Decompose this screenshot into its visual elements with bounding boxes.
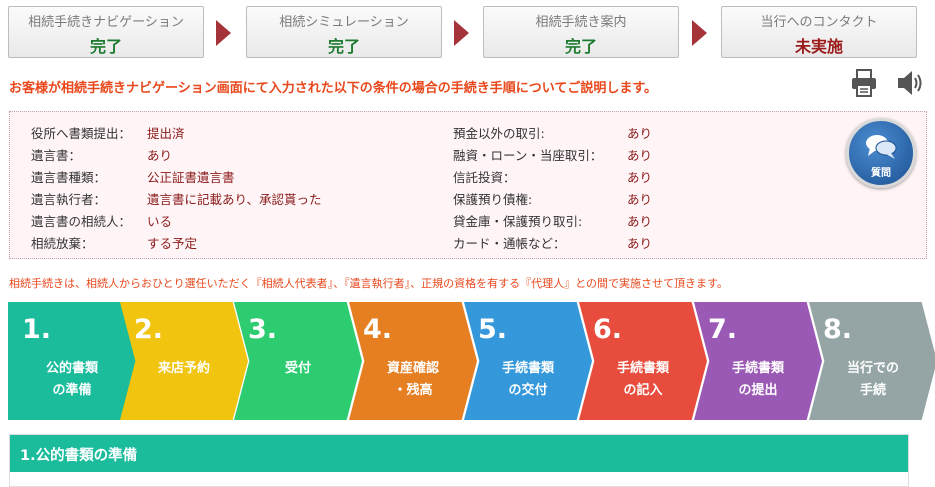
chat-bubbles-icon bbox=[866, 135, 897, 159]
condition-value: 遺言書に記載あり、承認貰った bbox=[147, 192, 322, 207]
condition-key: 預金以外の取引: bbox=[453, 126, 545, 141]
condition-value: あり bbox=[627, 126, 653, 141]
progress-step-navigation: 相続手続きナビゲーション 完了 bbox=[8, 6, 204, 58]
process-step-number: 7. bbox=[708, 314, 738, 345]
process-step-label: 手続書類 の提出 bbox=[731, 361, 784, 398]
condition-value: あり bbox=[147, 148, 173, 163]
process-step-number: 8. bbox=[823, 314, 853, 345]
condition-key: 遺言書の相続人： bbox=[31, 214, 132, 229]
condition-key: 貸金庫・保護預り取引: bbox=[453, 214, 583, 229]
condition-value: あり bbox=[627, 236, 653, 251]
progress-arrow bbox=[216, 20, 231, 46]
process-step-label: 来店予約 bbox=[157, 361, 210, 376]
process-step-number: 1. bbox=[22, 314, 52, 345]
progress-step-status: 完了 bbox=[89, 37, 122, 56]
process-step-number: 2. bbox=[134, 314, 164, 345]
condition-key: 保護預り債権: bbox=[453, 192, 533, 207]
progress-arrow bbox=[692, 20, 707, 46]
section-title: 1.公的書類の準備 bbox=[10, 435, 908, 472]
condition-key: 遺言執行者： bbox=[31, 192, 107, 207]
process-step-label: 公的書類 の準備 bbox=[45, 361, 98, 398]
process-step-label: 資産確認 ・残高 bbox=[386, 361, 439, 398]
printer-icon bbox=[852, 69, 876, 97]
condition-value: する予定 bbox=[147, 236, 198, 251]
process-steps: 1. 公的書類 の準備 2. 来店予約 3. 受付 4. 資産確認 ・残高 5.… bbox=[8, 302, 935, 420]
process-step-2[interactable]: 2. 来店予約 bbox=[120, 302, 248, 420]
condition-key: カード・通帳など： bbox=[453, 236, 566, 251]
progress-step-status: 未実施 bbox=[794, 37, 843, 56]
progress-step-guide: 相続手続き案内 完了 bbox=[483, 6, 679, 58]
process-step-label: 当行での 手続 bbox=[846, 361, 899, 398]
faq-button[interactable]: 質問 bbox=[846, 118, 916, 188]
intro-text: お客様が相続手続きナビゲーション画面にて入力された以下の条件の場合の手続き手順に… bbox=[9, 81, 658, 96]
progress-step-label: 当行へのコンタクト bbox=[760, 15, 878, 30]
condition-key: 役所へ書類提出： bbox=[31, 126, 132, 141]
speaker-button[interactable] bbox=[896, 68, 926, 102]
print-button[interactable] bbox=[851, 68, 877, 102]
condition-key: 信託投資： bbox=[453, 170, 516, 185]
process-step-8[interactable]: 8. 当行での 手続 bbox=[809, 302, 935, 420]
condition-key: 融資・ローン・当座取引： bbox=[453, 148, 603, 163]
progress-step-label: 相続シミュレーション bbox=[279, 15, 409, 30]
progress-arrow bbox=[454, 20, 469, 46]
conditions-panel: 役所へ書類提出： 提出済 遺言書： あり 遺言書種類： 公正証書遺言書 遺言執行者： 遺… bbox=[9, 111, 927, 259]
progress-step-simulation: 相続シミュレーション 完了 bbox=[246, 6, 442, 58]
process-step-number: 3. bbox=[248, 314, 278, 345]
progress-step-label: 相続手続きナビゲーション bbox=[28, 15, 184, 30]
process-step-number: 6. bbox=[593, 314, 623, 345]
process-step-7[interactable]: 7. 手続書類 の提出 bbox=[694, 302, 822, 420]
progress-steps: 相続手続きナビゲーション 完了 相続シミュレーション 完了 相続手続き案内 完了… bbox=[8, 6, 918, 58]
progress-step-status: 完了 bbox=[564, 37, 597, 56]
condition-value: あり bbox=[627, 192, 653, 207]
condition-value: いる bbox=[147, 214, 173, 229]
condition-value: あり bbox=[627, 170, 653, 185]
faq-label: 質問 bbox=[871, 168, 891, 179]
condition-key: 遺言書： bbox=[31, 148, 82, 163]
process-step-3[interactable]: 3. 受付 bbox=[234, 302, 362, 420]
progress-step-contact: 当行へのコンタクト 未実施 bbox=[721, 6, 917, 58]
condition-key: 遺言書種類： bbox=[31, 170, 107, 185]
progress-step-status: 完了 bbox=[327, 37, 360, 56]
process-step-label: 手続書類 の交付 bbox=[501, 361, 554, 398]
condition-key: 相続放棄： bbox=[31, 236, 94, 251]
condition-value: あり bbox=[627, 214, 653, 229]
progress-step-label: 相続手続き案内 bbox=[535, 15, 627, 30]
process-step-label: 手続書類 の記入 bbox=[616, 361, 669, 398]
process-step-4[interactable]: 4. 資産確認 ・残高 bbox=[349, 302, 477, 420]
process-step-6[interactable]: 6. 手続書類 の記入 bbox=[579, 302, 707, 420]
condition-value: 提出済 bbox=[147, 126, 185, 141]
process-step-number: 5. bbox=[478, 314, 508, 345]
speaker-icon bbox=[898, 71, 922, 95]
process-step-label: 受付 bbox=[284, 361, 311, 376]
process-step-number: 4. bbox=[363, 314, 393, 345]
condition-value: 公正証書遺言書 bbox=[147, 170, 235, 185]
section-public-documents: 1.公的書類の準備 bbox=[9, 434, 909, 487]
process-step-5[interactable]: 5. 手続書類 の交付 bbox=[464, 302, 592, 420]
condition-value: あり bbox=[627, 148, 653, 163]
notice-text: 相続手続きは、相続人からおひとり選任いただく『相続人代表者』、『遺言執行者』、正… bbox=[9, 277, 728, 290]
process-step-1[interactable]: 1. 公的書類 の準備 bbox=[8, 302, 136, 420]
